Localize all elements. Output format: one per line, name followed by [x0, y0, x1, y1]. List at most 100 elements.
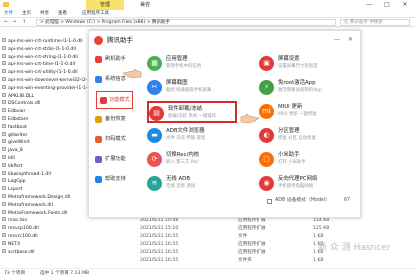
file-row[interactable]: MetroFramework.Fonts.dll — [0, 209, 88, 217]
maximize-icon[interactable]: □ — [378, 0, 396, 10]
miui-icon: mi — [259, 104, 274, 119]
file-name: Metroframework.Design.dll — [8, 195, 71, 200]
feature-card[interactable]: ≋ 无线 ADB 无线 连接 调试 — [147, 173, 237, 195]
detail-date: 2021/5/22 16:55 — [140, 258, 179, 263]
forward-icon[interactable]: → — [12, 18, 16, 27]
sidebar-item-5[interactable]: 扩展功能 — [89, 151, 141, 169]
feature-card[interactable]: ▢ 小米助手 打开 小米助手 — [259, 149, 349, 171]
sidebar-item-6[interactable]: 帮助支持 — [89, 171, 141, 189]
search-input[interactable]: 在 腾讯助手 中搜索 — [340, 19, 410, 26]
file-row[interactable]: fastboot — [0, 123, 88, 131]
feature-card[interactable]: ◐ 分区管理 修复 分区 自动修复 — [259, 125, 349, 147]
file-name: gitwriter — [8, 132, 28, 138]
feature-card[interactable]: ⚡ 免root激活App 激活需要高权限的App — [259, 77, 349, 99]
ribbon-tab-file[interactable]: 文件 — [4, 10, 13, 18]
address-input[interactable]: > 此电脑 > Windows (C:) > Program Files (x8… — [36, 19, 336, 26]
file-row[interactable]: APKLIB.DLL — [0, 92, 88, 100]
close-icon[interactable]: ✕ — [348, 35, 353, 44]
file-name: msvcr100.dll — [8, 234, 38, 239]
app-logo-icon — [94, 36, 103, 45]
card-title: ADB文件浏览器 — [166, 128, 205, 134]
card-glyph: ▤ — [153, 109, 160, 117]
file-row[interactable]: gitwriter — [0, 131, 88, 139]
feature-card[interactable]: ◉ 反向代理PC网络 手机使用电脑网络 — [259, 173, 349, 195]
sidebar-item-4[interactable]: 扫码模式 — [89, 131, 141, 149]
minimize-icon[interactable]: — — [360, 0, 378, 10]
file-row[interactable]: Metroframework.Design.dll — [0, 194, 88, 201]
detail-type: 应用程序扩展 — [238, 218, 266, 223]
close-icon[interactable]: ✕ — [396, 0, 414, 10]
file-row[interactable]: api-ms-win-downlevel-kernel32-l2-1-0.dll — [0, 77, 88, 84]
detail-date: 2021/6/15 10:48 — [140, 218, 179, 223]
file-icon — [2, 209, 6, 214]
file-row[interactable]: api-ms-win-crt-string-l1-1-0.dll — [0, 53, 88, 61]
help-icon — [95, 176, 102, 183]
file-row[interactable]: scrtbase.dll — [0, 248, 88, 256]
ribbon-tabs: 文件 主页 共享 查看 应用程序工具 — [0, 10, 415, 18]
ribbon-tab-home[interactable]: 主页 — [22, 10, 31, 18]
file-name: MetroFramework.Fonts.dll — [8, 210, 68, 216]
file-row[interactable]: ldll — [0, 155, 88, 162]
file-row[interactable]: Metroframework.dll — [0, 201, 88, 209]
file-row[interactable]: api-ms-win-eventing-provider-l1-1-0.dll — [0, 84, 88, 92]
ribbon-tab-app-tools[interactable]: 应用程序工具 — [82, 10, 109, 18]
detail-type: 文件夹 — [238, 258, 252, 263]
card-description: 卸载/冻结 系统 一键操作 — [168, 114, 217, 119]
back-icon[interactable]: ← — [4, 18, 8, 27]
file-row[interactable]: libwinpthread-1.dll — [0, 170, 88, 178]
file-row[interactable]: msvcr100.dll — [0, 233, 88, 240]
partition-icon: ◐ — [259, 128, 274, 143]
file-row[interactable]: misc.bin — [0, 217, 88, 224]
file-icon — [2, 194, 6, 198]
card-title: 反向代理PC网络 — [278, 176, 318, 182]
file-row[interactable]: api-ms-win-crt-runtime-l1-1-0.dll — [0, 38, 88, 45]
feature-card[interactable]: ▬ ADB文件浏览器 文件 浏览 传输 管理 — [147, 125, 237, 147]
file-row[interactable]: api-ms-win-crt-time-l1-1-0.dll — [0, 61, 88, 68]
sidebar-item-label: 功能模式 — [109, 97, 130, 103]
file-name: LogGpp — [8, 179, 26, 185]
file-row[interactable]: api-ms-win-crt-stdio-l1-1-0.dll — [0, 45, 88, 53]
sidebar-item-2[interactable]: 功能模式 — [96, 91, 133, 109]
file-icon — [2, 240, 6, 245]
file-row[interactable]: java_8 — [0, 147, 88, 154]
info-icon — [95, 76, 102, 83]
file-row[interactable]: LogGpp — [0, 178, 88, 185]
up-icon[interactable]: ↑ — [22, 18, 26, 27]
feature-card[interactable]: ✂ 屏幕截图 截图 快速截取手机屏幕 — [147, 77, 237, 99]
file-row[interactable]: Edbstam — [0, 116, 88, 123]
file-row[interactable]: libPort — [0, 162, 88, 170]
minimize-icon[interactable]: — — [334, 35, 340, 44]
file-row[interactable]: Lsport — [0, 186, 88, 193]
tab-manage[interactable]: 管理 — [86, 0, 124, 10]
file-icon — [2, 131, 6, 136]
file-name: Edbstam — [8, 117, 29, 122]
file-row[interactable]: DSControls.dll — [0, 100, 88, 107]
file-row[interactable]: giveWinit — [0, 139, 88, 146]
card-title: 免root激活App — [278, 80, 316, 86]
file-row[interactable]: api-ms-win-crt-utility-l1-1-0.dll — [0, 69, 88, 76]
file-row[interactable]: NET4 — [0, 240, 88, 248]
file-name: ldll — [8, 156, 15, 161]
adb-mode-checkbox[interactable] — [267, 199, 272, 204]
file-icon — [2, 217, 6, 222]
file-icon — [2, 61, 6, 66]
adb-mode-label: ADB 设备模式（Model） — [275, 198, 330, 203]
sidebar-item-3[interactable]: 备份恢复 — [89, 111, 141, 129]
android-icon — [100, 97, 107, 104]
file-name: Metroframework.dll — [8, 202, 53, 208]
detail-type: 应用程序扩展 — [238, 226, 266, 231]
feature-card[interactable]: ⟳ 切换Rec/内核 刷入 第三方 Rec — [147, 149, 237, 171]
feature-card[interactable]: ▤ 软件卸载/冻结 卸载/冻结 系统 一键操作 — [147, 101, 237, 123]
card-glyph: ⟳ — [151, 155, 158, 163]
file-icon — [2, 225, 6, 230]
file-row[interactable]: Edbvair — [0, 108, 88, 115]
card-title: 切换Rec/内核 — [166, 152, 200, 158]
feature-card[interactable]: ▦ 应用管理 管理手机中的应用 — [147, 53, 237, 75]
file-row[interactable]: msvcp100.dll — [0, 225, 88, 232]
sidebar-item-label: 备份恢复 — [105, 116, 126, 122]
feature-card[interactable]: ▣ 屏幕设置 设置屏幕尺寸及密度 — [259, 53, 349, 75]
ribbon-tab-share[interactable]: 共享 — [40, 10, 49, 18]
file-icon — [2, 38, 6, 42]
feature-card[interactable]: mi MIUI 更新 MIUI 更新 一键修复 — [259, 101, 349, 123]
ribbon-tab-view[interactable]: 查看 — [58, 10, 67, 18]
